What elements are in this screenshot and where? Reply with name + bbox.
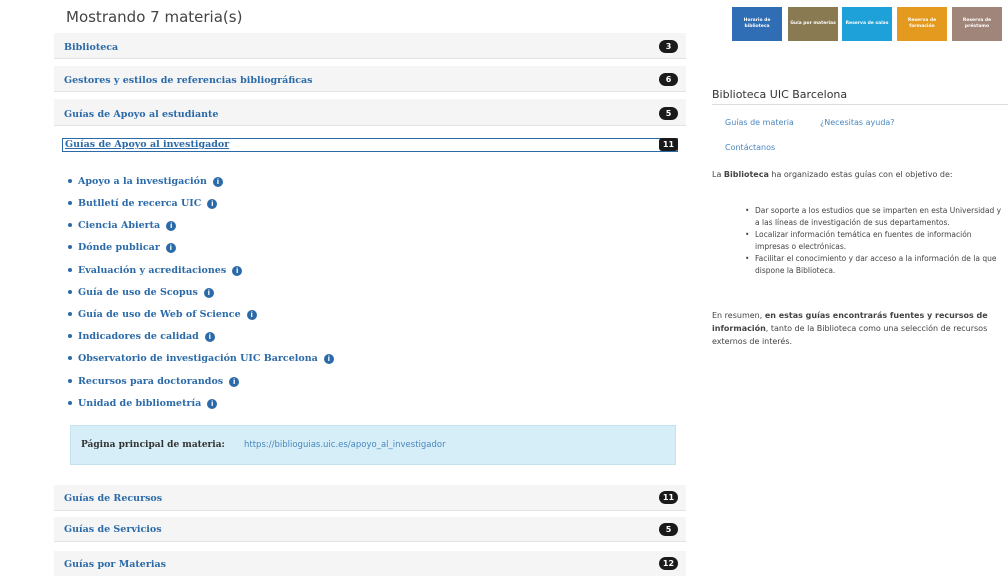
tile-reserva-prestamo[interactable]: Reserva de préstamo: [952, 7, 1002, 41]
count-badge: 5: [659, 107, 678, 120]
tile-reserva-formacion[interactable]: Reserva de formación: [897, 7, 947, 41]
bullet-icon: [68, 401, 72, 405]
info-icon[interactable]: i: [204, 331, 215, 342]
results-count: Mostrando 7 materia(s): [66, 8, 243, 26]
bullet-icon: [68, 245, 72, 249]
accordion-title[interactable]: Biblioteca: [64, 42, 118, 53]
link-guias-materia[interactable]: Guías de materia: [725, 118, 794, 127]
tile-horario[interactable]: Horario de biblioteca: [732, 7, 782, 41]
accordion-title[interactable]: Gestores y estilos de referencias biblio…: [64, 75, 313, 86]
info-icon[interactable]: i: [323, 353, 334, 364]
link-ayuda[interactable]: ¿Necesitas ayuda?: [820, 118, 895, 127]
list-item: Dar soporte a los estudios que se impart…: [743, 205, 1005, 229]
bullet-icon: [68, 201, 72, 205]
sidebar-bullets: Dar soporte a los estudios que se impart…: [743, 205, 1005, 277]
info-icon[interactable]: i: [203, 287, 214, 298]
info-icon[interactable]: i: [212, 176, 223, 187]
guide-link[interactable]: Evaluación y acreditaciones i: [78, 264, 243, 278]
guide-link[interactable]: Guía de uso de Web of Science i: [78, 308, 257, 322]
info-icon[interactable]: i: [166, 220, 177, 231]
guide-link[interactable]: Recursos para doctorandos i: [78, 375, 240, 389]
info-icon[interactable]: i: [232, 265, 243, 276]
accordion-row-estudiante[interactable]: Guías de Apoyo al estudiante 5: [54, 99, 686, 126]
accordion-title[interactable]: Guías de Apoyo al investigador: [65, 139, 229, 151]
list-item: Facilitar el conocimiento y dar acceso a…: [743, 253, 1005, 277]
guide-link[interactable]: Dónde publicar i: [78, 241, 176, 255]
guide-link[interactable]: Indicadores de calidad i: [78, 330, 215, 344]
count-badge: 3: [659, 40, 678, 53]
accordion-row-gestores[interactable]: Gestores y estilos de referencias biblio…: [54, 66, 686, 92]
bullet-icon: [68, 290, 72, 294]
info-icon[interactable]: i: [207, 398, 218, 409]
link-contacto[interactable]: Contáctanos: [725, 143, 775, 152]
main-page-label: Página principal de materia:: [81, 440, 225, 450]
count-badge: 11: [659, 491, 678, 504]
accordion-title[interactable]: Guías de Apoyo al estudiante: [64, 109, 218, 120]
accordion-title[interactable]: Guías por Materias: [64, 559, 166, 570]
guide-link[interactable]: Guía de uso de Scopus i: [78, 286, 214, 300]
accordion-row-materias[interactable]: Guías por Materias 12: [54, 551, 686, 576]
guide-link[interactable]: Observatorio de investigación UIC Barcel…: [78, 352, 334, 366]
guide-link[interactable]: Ciencia Abierta i: [78, 219, 177, 233]
info-icon[interactable]: i: [246, 309, 257, 320]
tile-guia-materias[interactable]: Guía por materias: [788, 7, 838, 41]
guide-link[interactable]: Unidad de bibliometría i: [78, 397, 218, 411]
main-page-box: Página principal de materia: https://bib…: [70, 425, 676, 465]
bullet-icon: [68, 223, 72, 227]
sidebar-summary: En resumen, en estas guías encontrarás f…: [712, 311, 988, 346]
guide-link[interactable]: Butlletí de recerca UIC i: [78, 197, 218, 211]
main-page-link[interactable]: https://biblioguias.uic.es/apoyo_al_inve…: [244, 440, 446, 450]
info-icon[interactable]: i: [207, 198, 218, 209]
bullet-icon: [68, 312, 72, 316]
subject-list: Mostrando 7 materia(s) Biblioteca 3 Gest…: [54, 0, 686, 576]
bullet-icon: [68, 268, 72, 272]
accordion-title[interactable]: Guías de Servicios: [64, 524, 162, 535]
bullet-icon: [68, 334, 72, 338]
sidebar-intro: La Biblioteca ha organizado estas guías …: [712, 170, 953, 179]
sidebar-title: Biblioteca UIC Barcelona: [712, 88, 848, 101]
tile-reserva-salas[interactable]: Reserva de salas: [842, 7, 892, 41]
bullet-icon: [68, 379, 72, 383]
info-icon[interactable]: i: [229, 376, 240, 387]
accordion-title[interactable]: Guías de Recursos: [64, 493, 162, 504]
accordion-row-recursos[interactable]: Guías de Recursos 11: [54, 485, 686, 511]
info-icon[interactable]: i: [165, 242, 176, 253]
guide-link[interactable]: Apoyo a la investigación i: [78, 175, 223, 189]
count-badge: 12: [659, 557, 678, 570]
count-badge: 11: [659, 138, 678, 151]
accordion-row-investigador[interactable]: Guías de Apoyo al investigador 11: [62, 138, 678, 152]
bullet-icon: [68, 179, 72, 183]
bullet-icon: [68, 356, 72, 360]
count-badge: 6: [659, 73, 678, 86]
quick-access-tiles: Horario de biblioteca Guía por materias …: [732, 7, 1002, 41]
accordion-row-biblioteca[interactable]: Biblioteca 3: [54, 33, 686, 59]
divider: [712, 104, 1008, 105]
list-item: Localizar información temática en fuente…: [743, 229, 1005, 253]
count-badge: 5: [659, 523, 678, 536]
accordion-row-servicios[interactable]: Guías de Servicios 5: [54, 517, 686, 542]
